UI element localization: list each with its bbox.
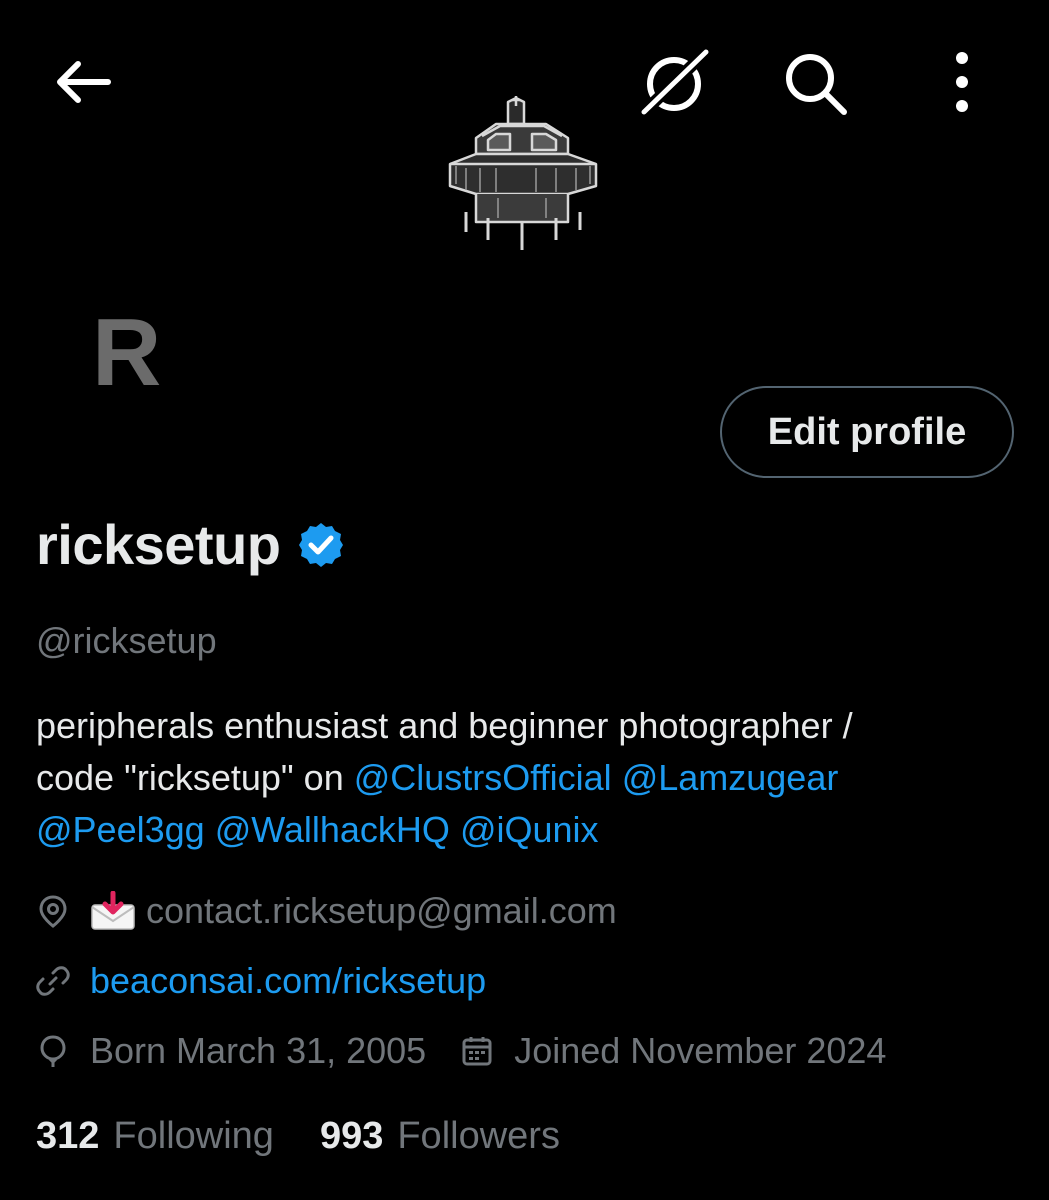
keyboard-switch-illustration (448, 96, 598, 250)
username-handle: @ricksetup (36, 620, 217, 661)
birth-date: Born March 31, 2005 (90, 1030, 427, 1071)
location-pin-icon (39, 895, 67, 928)
mention-link[interactable]: @ClustrsOfficial (354, 757, 612, 798)
followers-link[interactable]: 993 Followers (320, 1115, 560, 1158)
website-row: beaconsai.com/ricksetup (36, 960, 486, 1002)
followers-count: 993 (319, 1115, 384, 1157)
grok-button[interactable] (636, 44, 714, 120)
more-vertical-icon (956, 52, 968, 112)
mention-link[interactable]: @Peel3gg (36, 809, 205, 850)
search-button[interactable] (780, 48, 850, 118)
mention-link[interactable]: @Lamzugear (622, 757, 839, 798)
bio-line: code "ricksetup" on @ClustrsOfficial @La… (36, 752, 1016, 804)
dates-row: Born March 31, 2005 Joined November 2024 (36, 1030, 886, 1072)
bio: peripherals enthusiast and beginner phot… (36, 700, 1016, 856)
mention-link[interactable]: @WallhackHQ (215, 809, 450, 850)
website-link[interactable]: beaconsai.com/ricksetup (90, 960, 486, 1002)
following-label: Following (113, 1115, 274, 1157)
banner-image (436, 94, 612, 254)
name-row: ricksetup (36, 512, 345, 577)
following-link[interactable]: 312 Following (36, 1115, 274, 1158)
link-icon (36, 966, 70, 996)
mention-link[interactable]: @iQunix (460, 809, 599, 850)
incoming-envelope-emoji (91, 891, 135, 930)
bio-line: peripherals enthusiast and beginner phot… (36, 705, 853, 746)
search-icon (786, 54, 847, 115)
profile-screen: R Edit profile ricksetup @ricksetup peri… (0, 0, 1049, 1200)
display-name: ricksetup (36, 513, 281, 576)
bio-line: @Peel3gg @WallhackHQ @iQunix (36, 804, 1016, 856)
verified-badge-icon[interactable] (297, 521, 345, 569)
bio-code-text: code "ricksetup" on (36, 757, 354, 798)
location-text: contact.ricksetup@gmail.com (146, 890, 617, 931)
joined-date: Joined November 2024 (514, 1030, 887, 1071)
location-row: contact.ricksetup@gmail.com (36, 890, 617, 932)
arrow-left-icon (57, 61, 111, 103)
grok-icon (637, 45, 713, 119)
follow-stats: 312 Following 993 Followers (36, 1115, 560, 1158)
followers-label: Followers (397, 1115, 560, 1157)
more-options-button[interactable] (940, 48, 984, 118)
avatar[interactable]: R (92, 305, 192, 405)
calendar-icon (462, 1037, 492, 1066)
balloon-icon (40, 1035, 66, 1067)
edit-profile-button[interactable]: Edit profile (720, 386, 1014, 478)
back-button[interactable] (50, 52, 114, 112)
avatar-letter: R (92, 299, 161, 406)
following-count: 312 (36, 1115, 100, 1157)
